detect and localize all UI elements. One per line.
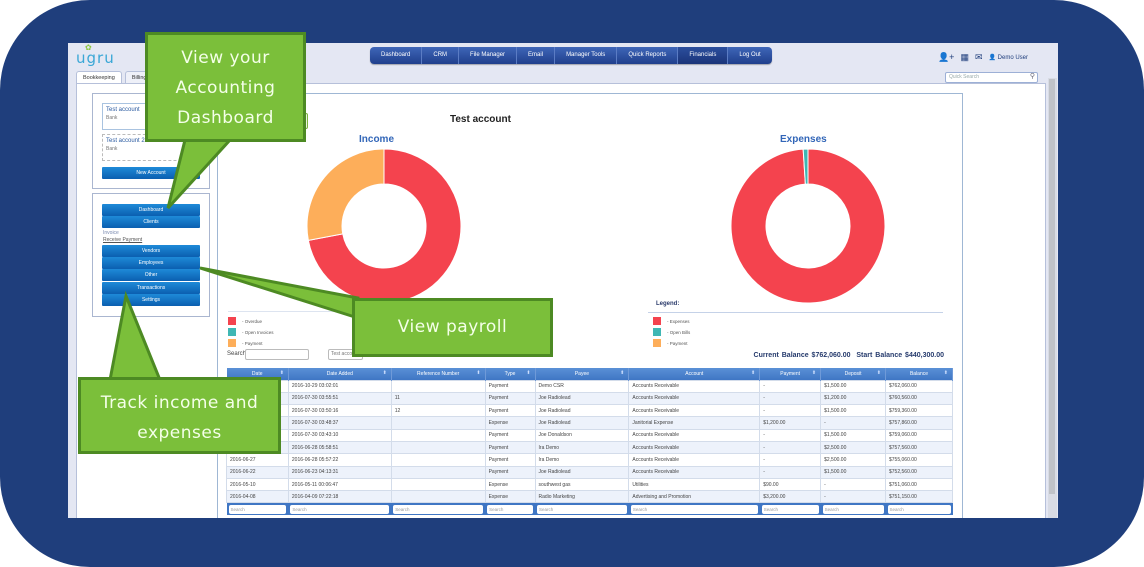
track-callout-pointer bbox=[108, 290, 163, 382]
callout-line: Accounting bbox=[175, 78, 276, 98]
callout-line: Track income and bbox=[100, 393, 259, 413]
callout-payroll: View payroll bbox=[352, 298, 553, 357]
callout-line: expenses bbox=[137, 423, 222, 443]
callout-line: View payroll bbox=[397, 317, 508, 337]
callout-dashboard: View your Accounting Dashboard bbox=[145, 32, 306, 142]
dashboard-callout-pointer bbox=[166, 138, 234, 210]
callout-line: Dashboard bbox=[177, 108, 274, 128]
callout-track: Track income and expenses bbox=[78, 377, 281, 454]
payroll-callout-pointer bbox=[199, 266, 360, 321]
callout-line: View your bbox=[181, 48, 270, 68]
